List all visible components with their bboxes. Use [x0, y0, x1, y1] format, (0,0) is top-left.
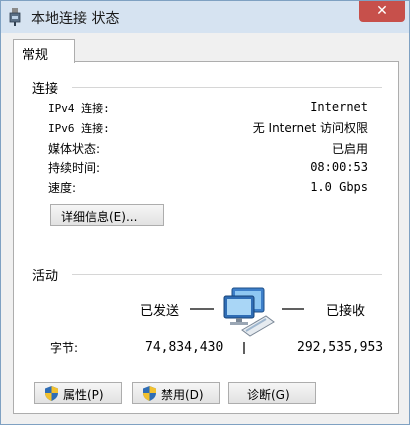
activity-divider — [72, 274, 382, 276]
sent-dash — [190, 308, 214, 310]
connection-heading: 连接 — [32, 82, 59, 97]
bytes-received-value: 292,535,953 — [297, 340, 384, 355]
ipv6-label: IPv6 连接: — [48, 122, 110, 135]
ipv4-label: IPv4 连接: — [48, 102, 110, 115]
duration-value: 08:00:53 — [310, 160, 368, 174]
activity-heading: 活动 — [32, 269, 59, 284]
duration-label: 持续时间: — [48, 161, 101, 175]
tab-general[interactable]: 常规 — [13, 39, 75, 63]
activity-connector — [243, 342, 245, 354]
media-state-label: 媒体状态: — [48, 142, 101, 156]
connection-divider — [72, 87, 382, 89]
title-bar[interactable]: 本地连接 状态 ✕ — [1, 1, 409, 33]
uac-shield-icon — [45, 386, 58, 401]
diagnose-button-label: 诊断(G) — [247, 388, 290, 402]
close-icon: ✕ — [376, 3, 388, 19]
diagnose-button[interactable]: 诊断(G) — [228, 382, 316, 404]
disable-button[interactable]: 禁用(D) — [132, 382, 220, 404]
details-button[interactable]: 详细信息(E)... — [50, 204, 164, 226]
details-button-label: 详细信息(E)... — [61, 210, 138, 224]
received-dash — [282, 308, 304, 310]
uac-shield-icon — [143, 386, 156, 401]
bytes-label: 字节: — [50, 341, 79, 355]
window-title: 本地连接 状态 — [31, 11, 120, 27]
general-panel: 连接 IPv4 连接: Internet IPv6 连接: 无 Internet… — [13, 61, 399, 414]
ipv6-value: 无 Internet 访问权限 — [252, 121, 368, 135]
close-button[interactable]: ✕ — [359, 1, 405, 22]
network-computers-icon — [223, 287, 275, 337]
network-adapter-icon — [9, 8, 21, 26]
received-label: 已接收 — [326, 304, 366, 319]
bytes-sent-value: 74,834,430 — [145, 340, 224, 355]
status-window: 本地连接 状态 ✕ 常规 连接 IPv4 连接: Internet IPv6 连… — [0, 0, 410, 425]
ipv4-value: Internet — [310, 100, 368, 114]
properties-button[interactable]: 属性(P) — [34, 382, 122, 404]
properties-button-label: 属性(P) — [63, 388, 104, 402]
speed-value: 1.0 Gbps — [310, 180, 368, 194]
sent-label: 已发送 — [140, 304, 180, 319]
disable-button-label: 禁用(D) — [161, 388, 204, 402]
speed-label: 速度: — [48, 181, 77, 195]
media-state-value: 已启用 — [331, 142, 368, 156]
tab-general-label: 常规 — [22, 48, 49, 63]
